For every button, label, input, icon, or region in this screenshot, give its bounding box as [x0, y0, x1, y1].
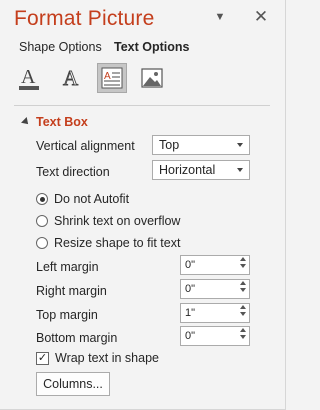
bottom-margin-value: 0"	[185, 330, 196, 342]
bottom-margin-spinner[interactable]: 0"	[180, 326, 250, 346]
left-margin-spinner[interactable]: 0"	[180, 255, 250, 275]
radio-button[interactable]	[36, 193, 48, 205]
wrap-text-label: Wrap text in shape	[55, 351, 159, 365]
text-direction-label: Text direction	[36, 165, 110, 179]
chevron-down-icon	[237, 143, 243, 147]
spin-up-icon[interactable]	[240, 257, 246, 261]
close-pane-button[interactable]: ✕	[252, 7, 270, 26]
wrap-text-option[interactable]: ✓ Wrap text in shape	[36, 351, 159, 365]
columns-button[interactable]: Columns...	[36, 372, 110, 396]
radio-button[interactable]	[36, 215, 48, 227]
top-margin-value: 1"	[185, 307, 196, 319]
radio-resize-shape[interactable]: Resize shape to fit text	[36, 236, 180, 250]
collapse-triangle-icon	[21, 117, 31, 127]
close-icon: ✕	[253, 7, 269, 26]
picture-icon	[141, 68, 163, 88]
svg-text:A: A	[63, 66, 79, 90]
chevron-down-icon	[237, 168, 243, 172]
pane-title: Format Picture	[14, 7, 155, 30]
right-margin-spinner[interactable]: 0"	[180, 279, 250, 299]
text-fill-outline-icon: A	[19, 66, 39, 90]
left-margin-value: 0"	[185, 259, 196, 271]
textbox-button[interactable]: A	[97, 63, 127, 93]
text-direction-value: Horizontal	[159, 163, 216, 177]
radio-label: Resize shape to fit text	[54, 236, 181, 250]
left-margin-label: Left margin	[36, 260, 99, 274]
bottom-margin-label: Bottom margin	[36, 331, 118, 345]
checkmark-icon: ✓	[37, 351, 48, 364]
spin-down-icon[interactable]	[240, 264, 246, 268]
spin-up-icon[interactable]	[240, 328, 246, 332]
spin-down-icon[interactable]	[240, 335, 246, 339]
spinner-arrows[interactable]	[240, 281, 246, 292]
vertical-alignment-select[interactable]: Top	[152, 135, 250, 155]
top-margin-label: Top margin	[36, 308, 98, 322]
radio-shrink-text[interactable]: Shrink text on overflow	[36, 214, 180, 228]
right-margin-value: 0"	[185, 283, 196, 295]
tab-shape-options[interactable]: Shape Options	[19, 40, 102, 54]
vertical-alignment-value: Top	[159, 138, 180, 152]
right-margin-label: Right margin	[36, 284, 107, 298]
wrap-text-checkbox[interactable]: ✓	[36, 351, 49, 365]
section-title: Text Box	[36, 115, 88, 129]
radio-button[interactable]	[36, 237, 48, 249]
top-margin-spinner[interactable]: 1"	[180, 303, 250, 323]
spinner-arrows[interactable]	[240, 328, 246, 339]
radio-do-not-autofit[interactable]: Do not Autofit	[36, 192, 129, 206]
text-direction-select[interactable]: Horizontal	[152, 160, 250, 180]
text-fill-outline-button[interactable]: A	[14, 63, 44, 93]
tab-text-options[interactable]: Text Options	[114, 40, 189, 54]
svg-text:A: A	[104, 71, 111, 82]
text-effects-button[interactable]: A	[56, 63, 86, 93]
format-picture-pane: Format Picture ▼ ✕ Shape Options Text Op…	[0, 0, 286, 410]
spin-up-icon[interactable]	[240, 281, 246, 285]
spin-up-icon[interactable]	[240, 305, 246, 309]
divider	[14, 105, 270, 106]
vertical-alignment-label: Vertical alignment	[36, 139, 135, 153]
picture-button[interactable]	[137, 63, 167, 93]
textbox-icon: A	[101, 67, 123, 89]
spinner-arrows[interactable]	[240, 305, 246, 316]
svg-text:A: A	[21, 66, 36, 88]
radio-label: Shrink text on overflow	[54, 214, 181, 228]
spin-down-icon[interactable]	[240, 288, 246, 292]
spin-down-icon[interactable]	[240, 312, 246, 316]
radio-label: Do not Autofit	[54, 192, 130, 206]
spinner-arrows[interactable]	[240, 257, 246, 268]
chevron-down-icon: ▼	[214, 11, 226, 23]
pane-options-dropdown[interactable]: ▼	[211, 8, 229, 26]
text-effects-icon: A	[63, 66, 80, 91]
section-header-text-box[interactable]: Text Box	[21, 115, 88, 129]
